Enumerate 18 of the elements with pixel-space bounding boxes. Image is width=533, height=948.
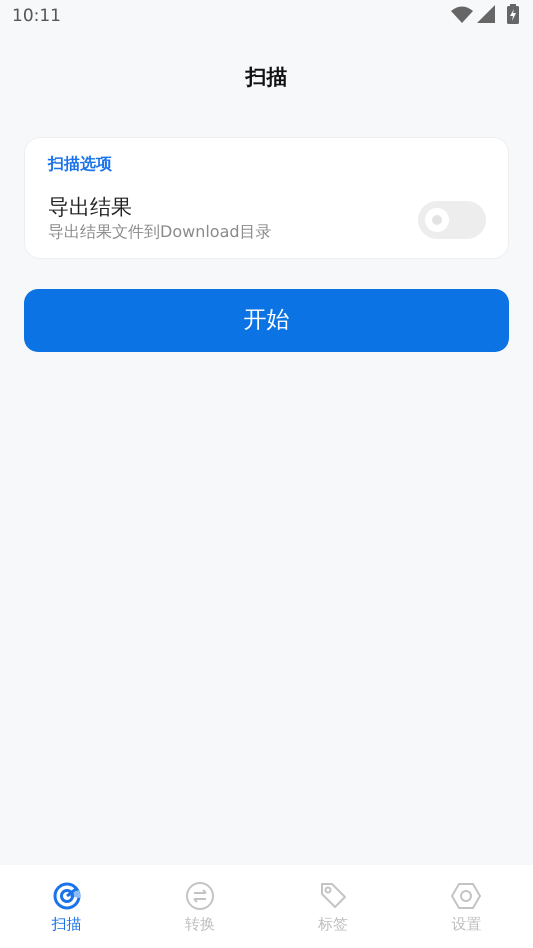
settings-icon [451, 881, 482, 911]
wifi-icon [451, 6, 473, 22]
toggle-switch[interactable] [418, 200, 486, 239]
scan-icon [52, 881, 82, 911]
setting-description: 导出结果文件到Download目录 [48, 221, 272, 244]
nav-tab[interactable]: 转换 [133, 865, 266, 948]
nav-tab[interactable]: 扫描 [0, 865, 134, 948]
nav-tab[interactable]: 设置 [400, 865, 533, 948]
status-time: 10:11 [12, 5, 61, 28]
start-button[interactable]: 开始 [24, 289, 509, 352]
tag-icon [318, 881, 348, 911]
section-heading: 扫描选项 [48, 153, 113, 175]
page-title: 扫描 [246, 65, 288, 89]
battery-icon [507, 4, 519, 24]
convert-icon [184, 881, 215, 911]
setting-label: 导出结果 [48, 195, 133, 220]
nav-tab[interactable]: 标签 [266, 865, 400, 948]
signal-icon [477, 5, 495, 23]
